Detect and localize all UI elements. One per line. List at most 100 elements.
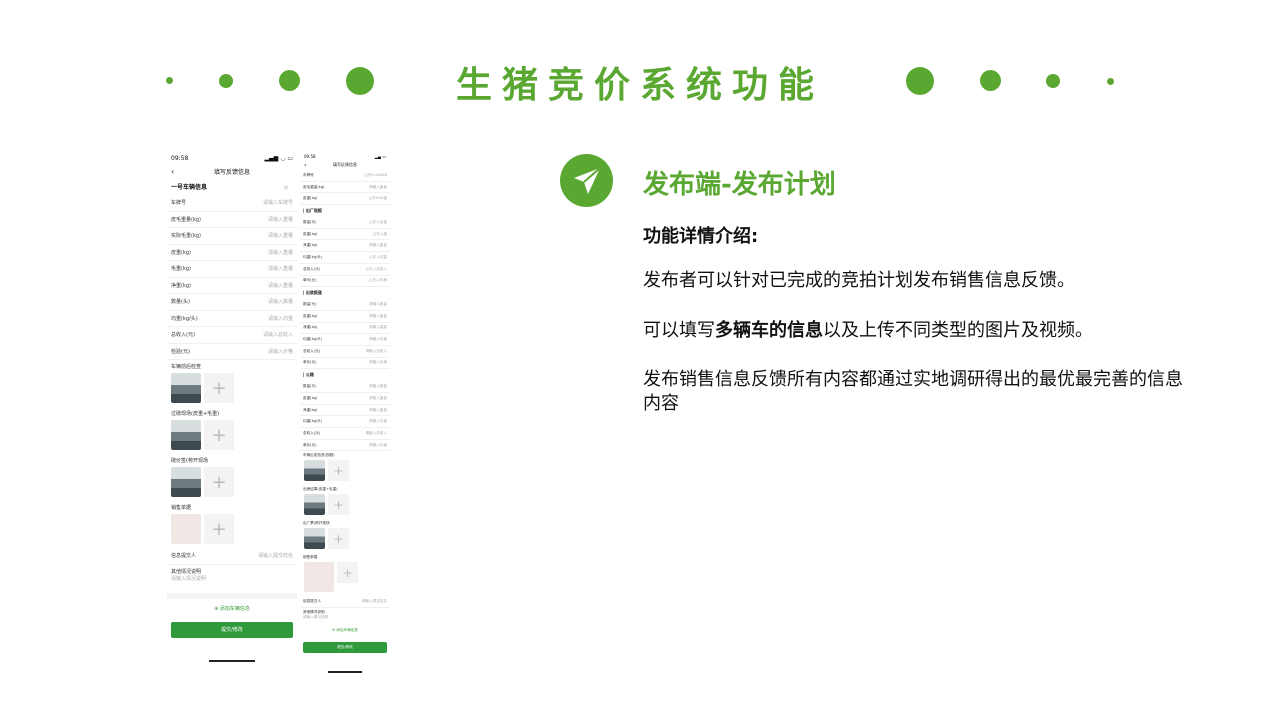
submitter-field[interactable]: 信息提交人 请输入提交姓名 <box>167 548 297 565</box>
field-placeholder: 请输入总收入 <box>365 430 387 435</box>
form-field[interactable]: 皮重(kg) 请输入重量 <box>300 393 390 405</box>
truck-photo[interactable] <box>304 528 325 550</box>
add-photo-icon[interactable]: + <box>204 467 234 497</box>
home-indicator <box>209 659 255 662</box>
submit-button[interactable]: 提交/修改 <box>303 642 387 654</box>
add-car-label: 添加车辆信息 <box>219 605 250 612</box>
signal-icon: ▂▄▆ ◡ ▭ <box>264 154 293 162</box>
other-notes-field[interactable]: 其他情况说明 请输入情况说明 <box>167 565 297 585</box>
form-field[interactable]: 数量(头) 山东入出重 <box>300 217 390 229</box>
form-field[interactable]: 皮毛重量(kg) 请输入重量 <box>167 212 297 228</box>
field-placeholder: 请输入提交姓名 <box>361 599 387 604</box>
section-title: | 出厂现报 <box>303 208 322 214</box>
field-label: 其他情况说明 <box>171 568 202 575</box>
other-notes-field[interactable]: 其他情况说明 请输入情况说明 <box>300 608 390 622</box>
field-placeholder: 山东HAA重 <box>368 196 387 201</box>
back-icon[interactable]: ‹ <box>304 162 306 169</box>
form-field[interactable]: 车牌号 请输入车牌号 <box>167 195 297 212</box>
form-field[interactable]: 数量(头) 请输入数量 <box>300 299 390 311</box>
add-car-label: 添加车辆信息 <box>336 628 358 633</box>
form-field[interactable]: 数量(头) 请输入数量 <box>167 294 297 311</box>
form-field[interactable]: 总收入(元) 请输入总收入 <box>300 428 390 440</box>
form-field[interactable]: 净重(kg) 请输入重量 <box>300 405 390 417</box>
form-field[interactable]: 总收入(元) 请输入总收入 <box>167 327 297 344</box>
field-placeholder: 请输入重量 <box>267 266 293 273</box>
add-car-button[interactable]: ⊕ 添加车辆信息 <box>300 622 390 639</box>
field-placeholder: 请输入均重 <box>369 337 387 342</box>
form-field[interactable]: 净重(kg) 请输入重量 <box>300 323 390 335</box>
field-label: 净重(kg) <box>303 407 318 412</box>
upload-thumbnails: + <box>300 528 390 553</box>
add-car-button[interactable]: ⊕ 添加车辆信息 <box>167 599 297 618</box>
field-placeholder: 请输入提交姓名 <box>257 553 293 560</box>
form-field[interactable]: 车牌号 山东H AA888 <box>300 170 390 182</box>
form-field[interactable]: 均重(kg/头) 请输入均重 <box>300 416 390 429</box>
form-field[interactable]: 总收入(元) 山东入总收入 <box>300 264 390 276</box>
field-placeholder: 请输入重量 <box>369 243 387 248</box>
form-field[interactable]: 净重(kg) 请输入重量 <box>167 278 297 294</box>
status-time: 09:58 <box>171 154 189 162</box>
field-label: 总收入(元) <box>303 266 321 271</box>
form-field[interactable]: 单价(元) 请输入价格 <box>300 440 390 452</box>
field-placeholder: 请输入重量 <box>369 184 387 189</box>
add-photo-icon[interactable]: + <box>337 562 358 584</box>
add-photo-icon[interactable]: + <box>328 494 349 516</box>
upload-thumbnails: + <box>300 562 390 596</box>
form-field[interactable]: 皮毛重量(kg) 请输入重量 <box>300 182 390 194</box>
add-photo-icon[interactable]: + <box>204 514 234 544</box>
form-field[interactable]: 皮重(kg) 山东HAA重 <box>300 193 390 206</box>
form-field[interactable]: 均重(kg/头) 山东入均重 <box>300 252 390 264</box>
field-label: 皮重(kg) <box>303 231 318 236</box>
receipt-photo[interactable] <box>304 562 334 593</box>
nav-bar: ‹ 填写反馈信息 <box>167 164 297 178</box>
signal-icon: ▂▄ ▭ <box>374 153 386 159</box>
form-field[interactable]: 检验(元) 请输入价格 <box>167 344 297 360</box>
field-placeholder: 请输入重量 <box>267 249 293 256</box>
truck-photo[interactable] <box>171 420 201 450</box>
field-placeholder: 请输入价格 <box>267 348 293 355</box>
text-segment: 以及上传不同类型的图片及视频。 <box>823 320 1093 341</box>
field-placeholder: 请输入数量 <box>369 302 387 307</box>
section-title: | 公路 <box>303 372 314 378</box>
intro-paragraph-3: 发布销售信息反馈所有内容都通过实地调研得出的最优最完善的信息内容 <box>643 369 1183 414</box>
close-icon[interactable]: ✕ <box>283 184 289 192</box>
decor-dot <box>906 67 934 95</box>
receipt-photo[interactable] <box>171 514 201 544</box>
field-placeholder: 山东入均重 <box>369 254 387 259</box>
truck-photo[interactable] <box>171 467 201 497</box>
form-field[interactable]: 实际毛重(kg) 请输入重量 <box>167 228 297 245</box>
field-label: 检验(元) <box>171 348 190 355</box>
add-photo-icon[interactable]: + <box>328 460 349 482</box>
truck-photo[interactable] <box>171 373 201 403</box>
form-field[interactable]: 毛重(kg) 请输入重量 <box>167 261 297 278</box>
field-label: 数量(头) <box>303 302 317 307</box>
form-field[interactable]: 均重(kg/头) 请输入均重 <box>300 334 390 346</box>
form-field[interactable]: 单价(元) 山东入价格 <box>300 276 390 288</box>
decor-dot <box>279 70 300 91</box>
field-placeholder: 山东入出重 <box>369 219 387 224</box>
submit-button[interactable]: 提交/修改 <box>171 621 293 638</box>
field-placeholder: 请输入重量 <box>369 313 387 318</box>
truck-photo[interactable] <box>304 460 325 482</box>
field-label: 皮重(kg) <box>303 196 318 201</box>
back-icon[interactable]: ‹ <box>171 167 174 176</box>
form-field[interactable]: 皮重(kg) 请输入重量 <box>300 311 390 323</box>
field-placeholder: 请输入情况说明 <box>171 575 207 582</box>
decor-dot <box>219 74 233 88</box>
form-field[interactable]: 净重(kg) 请输入重量 <box>300 240 390 253</box>
upload-label: 出磅结果(皮重+毛重) <box>303 487 338 492</box>
add-photo-icon[interactable]: + <box>204 420 234 450</box>
truck-photo[interactable] <box>304 494 325 516</box>
form-field[interactable]: 总收入(元) 请输入总收入 <box>300 346 390 358</box>
form-field[interactable]: 均重(kg/头) 请输入均重 <box>167 311 297 327</box>
form-field[interactable]: 皮重(kg) 请输入重量 <box>167 245 297 261</box>
intro-paragraph-1: 发布者可以针对已完成的竞拍计划发布销售信息反馈。 <box>643 270 1075 291</box>
form-field[interactable]: 数量(头) 请输入数量 <box>300 381 390 393</box>
field-label: 总收入(元) <box>303 430 321 435</box>
form-field[interactable]: 单价(元) 请输入价格 <box>300 358 390 370</box>
status-bar: 09:58 ▂▄ ▭ <box>300 152 390 160</box>
add-photo-icon[interactable]: + <box>204 373 234 403</box>
submitter-field[interactable]: 信息提交人 请输入提交姓名 <box>300 596 390 609</box>
add-photo-icon[interactable]: + <box>328 528 349 550</box>
form-field[interactable]: 皮重(kg) 山东入重 <box>300 229 390 241</box>
